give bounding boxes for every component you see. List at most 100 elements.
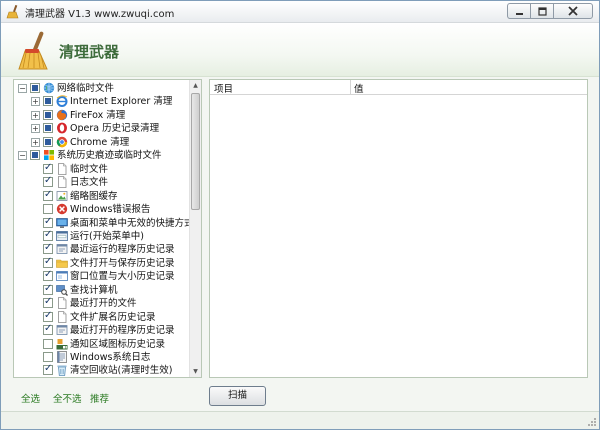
select-all-link[interactable]: 全选 [21, 391, 40, 405]
scroll-up-icon[interactable]: ▲ [190, 80, 201, 91]
tree-checkbox[interactable] [43, 162, 53, 174]
tree-item[interactable]: 最近打开的文件 [14, 296, 189, 310]
tree-item[interactable]: + Opera 历史记录清理 [14, 122, 189, 135]
close-button[interactable] [553, 3, 593, 19]
tree-item[interactable]: + Chrome 清理 [14, 136, 189, 149]
tree-checkbox[interactable] [43, 323, 53, 336]
scroll-down-icon[interactable]: ▼ [190, 366, 201, 377]
maximize-button[interactable] [530, 3, 553, 19]
title-bar[interactable]: 清理武器 V1.3 www.zwuqi.com [1, 1, 599, 23]
tree-item-label: 清空回收站(清理时生效) [70, 365, 173, 377]
tree-checkbox[interactable] [43, 204, 53, 215]
tree-checkbox[interactable] [43, 109, 53, 120]
minimize-button[interactable] [507, 3, 530, 19]
tree-item-label: 临时文件 [70, 163, 109, 175]
tree-item-label: 网络临时文件 [57, 83, 115, 94]
tree-item[interactable]: 缩略图缓存 [14, 189, 189, 203]
error-icon [56, 203, 68, 215]
tree-item-label: 窗口位置与大小历史记录 [70, 271, 175, 283]
scan-button[interactable]: 扫描 [209, 386, 266, 406]
recommend-link[interactable]: 推荐 [90, 391, 109, 405]
image-icon [56, 190, 68, 201]
tree-group[interactable]: − 系统历史痕迹或临时文件 [14, 149, 189, 162]
column-divider[interactable] [350, 80, 351, 94]
tree-checkbox[interactable] [43, 136, 53, 147]
expand-icon[interactable]: + [31, 97, 40, 107]
tree-checkbox[interactable] [43, 338, 53, 349]
collapse-icon[interactable]: − [18, 151, 27, 161]
tree-checkbox[interactable] [30, 150, 40, 161]
tree-group[interactable]: − 网络临时文件 [14, 82, 189, 95]
expand-icon[interactable]: + [31, 124, 40, 134]
tree-item[interactable]: 窗口位置与大小历史记录 [14, 269, 189, 283]
tree-checkbox[interactable] [43, 256, 53, 268]
tree-checkbox[interactable] [43, 310, 53, 322]
tree-item[interactable]: 桌面和菜单中无效的快捷方式 [14, 216, 194, 230]
results-list[interactable]: 项目 值 [209, 79, 588, 378]
desktop-icon [56, 217, 68, 228]
tree-item[interactable]: 文件打开与保存历史记录 [14, 256, 189, 270]
column-header-value[interactable]: 值 [354, 81, 364, 95]
collapse-icon[interactable]: − [18, 84, 27, 93]
minimize-icon [515, 12, 523, 15]
tree-item-label: 桌面和菜单中无效的快捷方式 [70, 217, 194, 229]
tree-item[interactable]: 清空回收站(清理时生效) [14, 363, 189, 377]
tree-checkbox[interactable] [43, 269, 53, 282]
window-controls [507, 3, 593, 19]
app-window: 清理武器 V1.3 www.zwuqi.com 清理武器 − 网络临时文件 + Int… [0, 0, 600, 430]
tree-checkbox[interactable] [43, 242, 53, 255]
tree-item-label: 最近打开的文件 [70, 298, 137, 310]
tree-item[interactable]: 运行(开始菜单中) [14, 229, 189, 243]
tree-item-label: 最近运行的程序历史记录 [70, 244, 175, 256]
windows-icon [44, 150, 54, 161]
tree-item-label: 查找计算机 [70, 284, 118, 296]
tree-checkbox[interactable] [43, 189, 53, 201]
resize-grip-icon[interactable] [587, 417, 597, 427]
tree-item-label: Internet Explorer 清理 [70, 96, 173, 108]
chrome-icon [56, 136, 68, 147]
tree-item-label: 日志文件 [70, 177, 109, 189]
expand-icon[interactable]: + [31, 137, 40, 147]
firefox-icon [56, 109, 68, 121]
scroll-thumb[interactable] [191, 93, 200, 210]
tree-item[interactable]: 查找计算机 [14, 283, 189, 297]
tree-item[interactable]: 最近打开的程序历史记录 [14, 323, 189, 337]
tree-item[interactable]: 临时文件 [14, 162, 189, 176]
program-icon [56, 325, 68, 335]
expand-icon[interactable]: + [31, 110, 40, 120]
tree-checkbox[interactable] [43, 229, 53, 241]
cleanup-tree[interactable]: − 网络临时文件 + Internet Explorer 清理 + FireFox 清理 +… [13, 79, 202, 378]
tree-item[interactable]: + Internet Explorer 清理 [14, 95, 189, 108]
tree-item[interactable]: Windows错误报告 [14, 203, 189, 216]
ie-icon [56, 95, 68, 108]
maximize-icon [537, 6, 547, 16]
tree-checkbox[interactable] [30, 83, 40, 93]
tree-scrollbar[interactable]: ▲ ▼ [189, 80, 201, 377]
tree-checkbox[interactable] [43, 216, 53, 228]
tree-checkbox[interactable] [43, 296, 53, 309]
tree-item[interactable]: 最近运行的程序历史记录 [14, 242, 189, 256]
tree-checkbox[interactable] [43, 352, 53, 362]
column-header-item[interactable]: 项目 [214, 81, 233, 95]
globe-icon [43, 82, 55, 94]
tree-checkbox[interactable] [43, 175, 53, 188]
header-banner: 清理武器 [1, 23, 599, 77]
banner-title: 清理武器 [59, 43, 120, 61]
window-icon [56, 271, 68, 282]
tree-item[interactable]: 文件扩展名历史记录 [14, 310, 189, 324]
status-bar [1, 411, 599, 429]
tree-item[interactable]: 日志文件 [14, 175, 189, 189]
tree-checkbox[interactable] [43, 96, 53, 107]
tree-item-label: 缩略图缓存 [70, 190, 118, 202]
tree-checkbox[interactable] [43, 363, 53, 376]
tree-item-label: 文件打开与保存历史记录 [70, 257, 175, 269]
tree-checkbox[interactable] [43, 123, 53, 134]
program-icon [56, 244, 68, 255]
tree-item[interactable]: + FireFox 清理 [14, 109, 189, 122]
tree-checkbox[interactable] [43, 283, 53, 295]
select-none-link[interactable]: 全不选 [53, 391, 82, 405]
tree-item[interactable]: Windows系统日志 [14, 351, 189, 364]
recycle-bin-icon [57, 365, 67, 377]
broom-logo-icon [18, 31, 48, 70]
tree-item[interactable]: 通知区域图标历史记录 [14, 338, 189, 351]
